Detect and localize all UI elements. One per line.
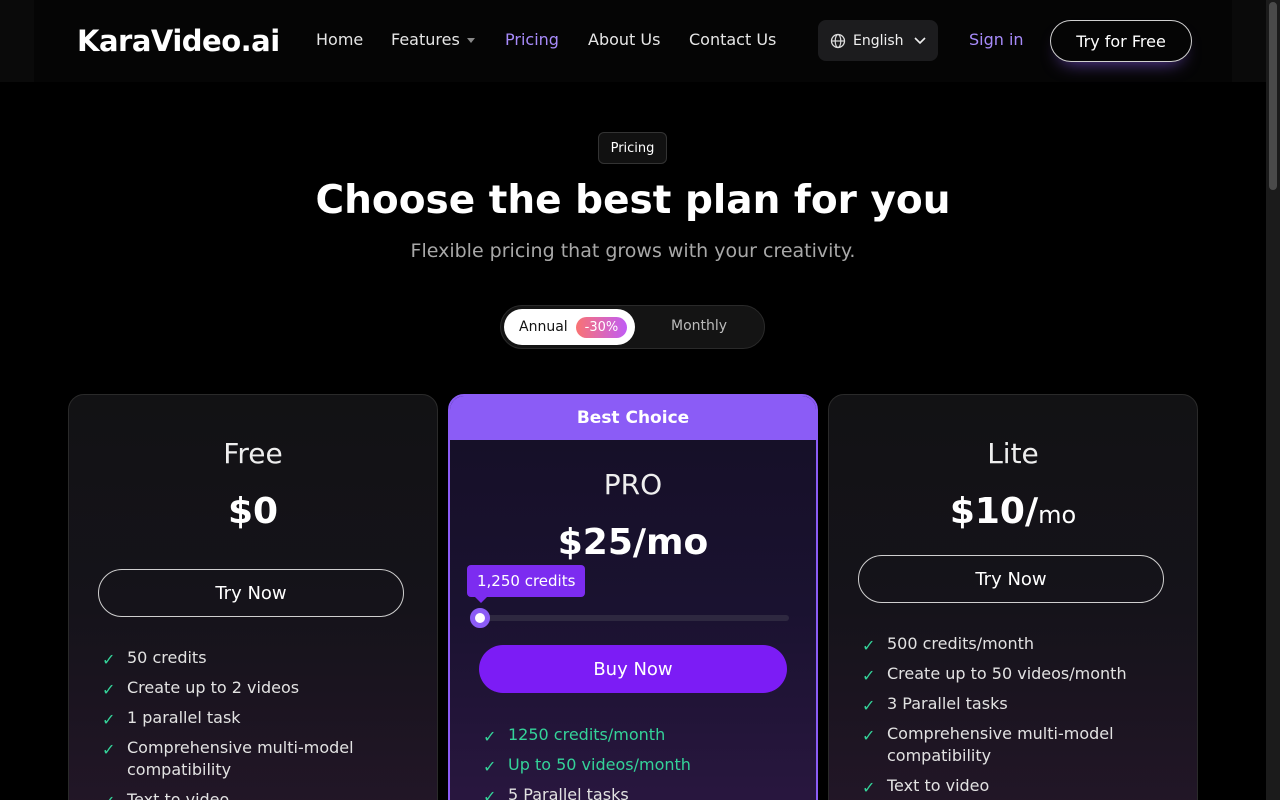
globe-icon xyxy=(830,33,846,48)
price-amount: $10/ xyxy=(949,491,1039,532)
nav-features[interactable]: Features xyxy=(391,30,475,49)
list-item: ✓ 1250 credits/month xyxy=(483,724,763,746)
feature-list: ✓ 500 credits/month ✓ Create up to 50 vide… xyxy=(862,633,1142,800)
check-icon: ✓ xyxy=(862,696,876,715)
feature-text: Text to video xyxy=(127,790,230,800)
language-selector[interactable]: English xyxy=(818,20,938,61)
list-item: ✓ 500 credits/month xyxy=(862,633,1142,655)
feature-text: 50 credits xyxy=(127,648,207,667)
feature-list: ✓ 1250 credits/month ✓ Up to 50 videos/mon… xyxy=(483,724,763,800)
check-icon: ✓ xyxy=(102,710,116,729)
scrollbar-thumb[interactable] xyxy=(1269,2,1277,190)
plan-price: $0 xyxy=(227,491,279,532)
try-now-button[interactable]: Try Now xyxy=(858,555,1164,603)
toggle-annual[interactable]: Annual -30% xyxy=(504,309,635,345)
credits-tooltip: 1,250 credits xyxy=(467,565,586,603)
check-icon: ✓ xyxy=(862,666,876,685)
feature-text: Comprehensive multi-model compatibility xyxy=(127,738,354,779)
check-icon: ✓ xyxy=(483,727,497,746)
list-item: ✓ 3 Parallel tasks xyxy=(862,693,1142,715)
list-item: ✓ Up to 50 videos/month xyxy=(483,754,763,776)
list-item: ✓ Create up to 50 videos/month xyxy=(862,663,1142,685)
feature-text: 5 Parallel tasks xyxy=(508,785,629,800)
nav-pricing[interactable]: Pricing xyxy=(505,30,559,49)
chevron-down-icon xyxy=(914,36,926,44)
pricing-badge: Pricing xyxy=(598,132,667,164)
check-icon: ✓ xyxy=(483,787,497,800)
try-for-free-button[interactable]: Try for Free xyxy=(1050,20,1192,62)
credits-slider-track[interactable] xyxy=(479,615,789,621)
list-item: ✓ 1 parallel task xyxy=(102,707,382,729)
check-icon: ✓ xyxy=(862,778,876,797)
logo[interactable]: KaraVideo.ai xyxy=(77,24,280,58)
feature-text: 1250 credits/month xyxy=(508,725,666,744)
feature-list: ✓ 50 credits ✓ Create up to 2 videos ✓ 1 pa… xyxy=(102,647,382,800)
annual-label: Annual xyxy=(519,319,568,335)
nav-features-label: Features xyxy=(391,30,460,49)
discount-badge: -30% xyxy=(575,316,628,338)
feature-text: 3 Parallel tasks xyxy=(887,694,1008,713)
list-item: ✓ 5 Parallel tasks xyxy=(483,784,763,800)
feature-text: 1 parallel task xyxy=(127,708,241,727)
check-icon: ✓ xyxy=(862,726,876,745)
feature-text: Create up to 50 videos/month xyxy=(887,664,1127,683)
feature-text: Create up to 2 videos xyxy=(127,678,300,697)
plan-price: $10/mo xyxy=(829,491,1197,532)
list-item: ✓ Comprehensive multi-model compatibility xyxy=(102,737,382,781)
check-icon: ✓ xyxy=(102,650,116,669)
credits-slider-handle[interactable] xyxy=(470,608,490,628)
plan-card-lite: Lite $10/mo Try Now ✓ 500 credits/month ✓… xyxy=(828,394,1198,800)
caret-down-icon xyxy=(466,38,475,43)
plan-price: $25/mo xyxy=(557,522,709,563)
scrollbar[interactable] xyxy=(1266,0,1280,800)
language-label: English xyxy=(853,32,904,49)
plan-card-pro: Best Choice PRO $25/mo 1,250 credits Buy… xyxy=(448,394,818,800)
nav-contact-us[interactable]: Contact Us xyxy=(689,30,776,49)
page-title: Choose the best plan for you xyxy=(315,178,951,223)
buy-now-button[interactable]: Buy Now xyxy=(479,645,787,693)
plan-name: Free xyxy=(223,437,283,470)
feature-text: Up to 50 videos/month xyxy=(508,755,691,774)
nav-about-us[interactable]: About Us xyxy=(588,30,660,49)
page-subtitle: Flexible pricing that grows with your cr… xyxy=(410,240,856,262)
plan-card-free: Free $0 Try Now ✓ 50 credits ✓ Create up t… xyxy=(68,394,438,800)
check-icon: ✓ xyxy=(102,680,116,699)
plan-name: PRO xyxy=(603,468,663,501)
nav-home[interactable]: Home xyxy=(316,30,363,49)
list-item: ✓ 50 credits xyxy=(102,647,382,669)
feature-text: Comprehensive multi-model compatibility xyxy=(887,724,1114,765)
sign-in-link[interactable]: Sign in xyxy=(969,30,1024,49)
list-item: ✓ Text to video xyxy=(862,775,1142,797)
plan-name: Lite xyxy=(987,437,1039,470)
best-choice-ribbon: Best Choice xyxy=(450,396,816,440)
check-icon: ✓ xyxy=(102,791,115,800)
feature-text: 500 credits/month xyxy=(887,634,1035,653)
top-header: KaraVideo.ai Home Features Pricing About… xyxy=(0,0,1266,82)
check-icon: ✓ xyxy=(862,636,876,655)
list-item: ✓ Text to video xyxy=(102,789,382,800)
price-unit: mo xyxy=(1038,501,1077,529)
check-icon: ✓ xyxy=(102,740,116,759)
list-item: ✓ Create up to 2 videos xyxy=(102,677,382,699)
billing-toggle: Annual -30% Monthly xyxy=(500,305,765,349)
toggle-monthly[interactable]: Monthly xyxy=(671,318,727,334)
check-icon: ✓ xyxy=(483,757,497,776)
feature-text: Text to video xyxy=(887,776,990,795)
list-item: ✓ Comprehensive multi-model compatibility xyxy=(862,723,1142,767)
try-now-button[interactable]: Try Now xyxy=(98,569,404,617)
